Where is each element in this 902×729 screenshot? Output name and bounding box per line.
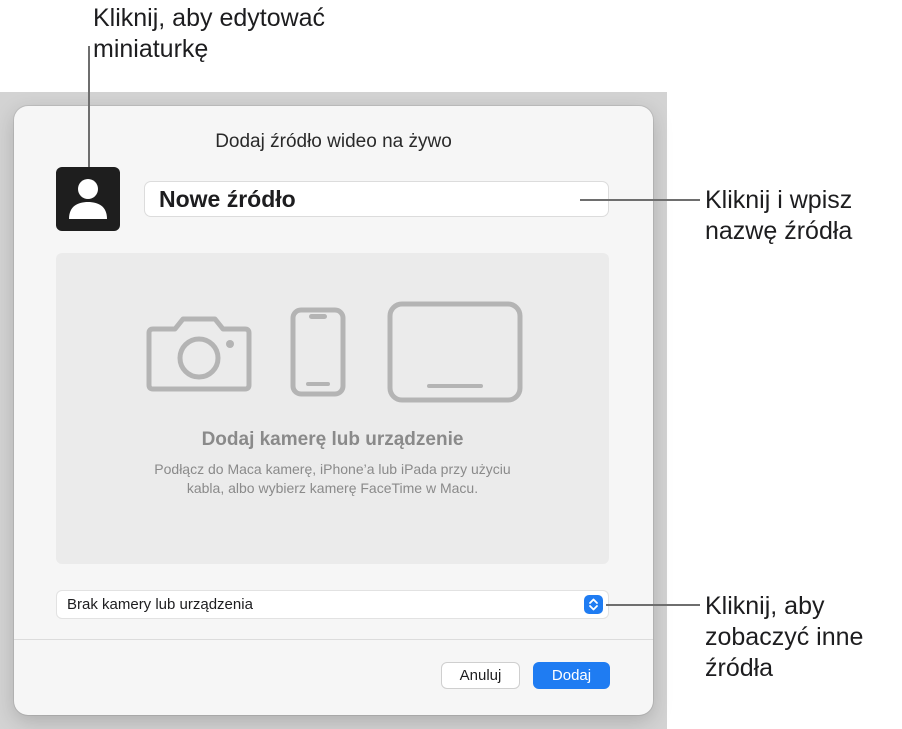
source-select[interactable]: Brak kamery lub urządzenia [56, 590, 609, 619]
ipad-icon [387, 301, 523, 403]
add-button[interactable]: Dodaj [533, 662, 610, 689]
source-select-value: Brak kamery lub urządzenia [67, 596, 253, 613]
dropzone-description-line: Podłącz do Maca kamerę, iPhone’a lub iPa… [154, 461, 511, 477]
sources-callout-line [606, 604, 700, 606]
callout-line: miniaturkę [93, 35, 209, 63]
sources-callout: Kliknij, aby zobaczyć inne źródła [705, 591, 863, 684]
callout-line: Kliknij i wpisz [705, 186, 853, 214]
add-live-video-source-dialog: Dodaj źródło wideo na żywo Nowe źródło D… [14, 106, 653, 715]
footer-divider [14, 639, 653, 640]
dropzone-description: Podłącz do Maca kamerę, iPhone’a lub iPa… [96, 460, 569, 498]
source-name-field[interactable]: Nowe źródło [144, 181, 609, 217]
thumbnail-callout: Kliknij, aby edytować miniaturkę [93, 3, 325, 65]
person-silhouette-icon [69, 179, 107, 219]
camera-icon [146, 316, 252, 392]
callout-line: nazwę źródła [705, 217, 853, 245]
name-callout: Kliknij i wpisz nazwę źródła [705, 185, 852, 247]
device-dropzone: Dodaj kamerę lub urządzenie Podłącz do M… [56, 253, 609, 564]
up-down-chevron-icon[interactable] [584, 595, 603, 614]
dropzone-heading: Dodaj kamerę lub urządzenie [201, 429, 464, 450]
dropzone-description-line: kabla, albo wybierz kamerę FaceTime w Ma… [186, 480, 479, 496]
dialog-title: Dodaj źródło wideo na żywo [215, 131, 452, 152]
callout-line: źródła [705, 654, 774, 682]
callout-line: zobaczyć inne [705, 623, 864, 651]
source-thumbnail[interactable] [56, 167, 120, 231]
callout-line: Kliknij, aby edytować [93, 4, 326, 32]
iphone-icon [290, 307, 346, 397]
callout-line: Kliknij, aby [705, 592, 825, 620]
thumbnail-callout-line [88, 46, 90, 167]
cancel-button[interactable]: Anuluj [441, 662, 520, 689]
name-callout-line [580, 199, 700, 201]
